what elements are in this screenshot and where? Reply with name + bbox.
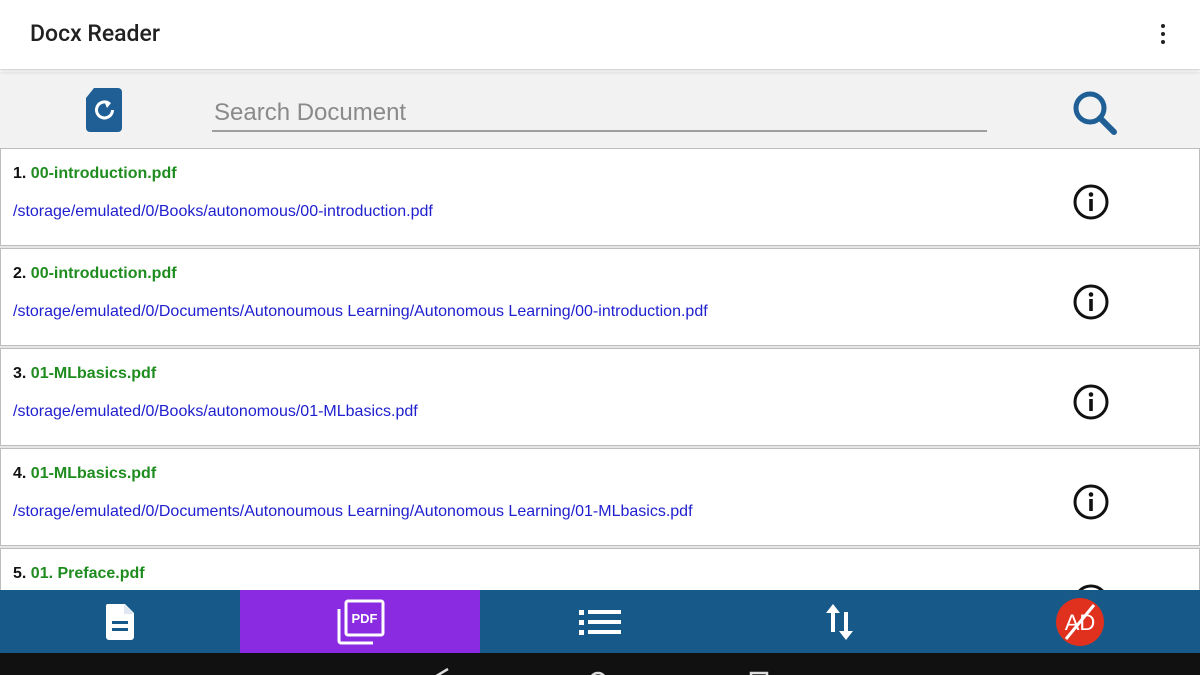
tab-sort[interactable] xyxy=(720,590,960,653)
tab-documents[interactable] xyxy=(0,590,240,653)
file-path: /storage/emulated/0/Books/autonomous/00-… xyxy=(13,203,433,221)
file-path: /storage/emulated/0/Documents/Autonoumou… xyxy=(13,503,693,521)
file-index: 3. xyxy=(13,365,26,382)
tab-list[interactable] xyxy=(480,590,720,653)
list-item[interactable]: 4. 01-MLbasics.pdf /storage/emulated/0/D… xyxy=(0,448,1200,546)
app-bar: Docx Reader xyxy=(0,0,1200,70)
no-ads-icon: AD xyxy=(1052,597,1108,647)
pdf-icon-label: PDF xyxy=(352,611,378,626)
app-title: Docx Reader xyxy=(30,20,160,47)
bottom-navigation: PDF AD xyxy=(0,590,1200,653)
list-item[interactable]: 5. 01. Preface.pdf xyxy=(0,548,1200,590)
file-index: 4. xyxy=(13,465,26,482)
list-item[interactable]: 2. 00-introduction.pdf /storage/emulated… xyxy=(0,248,1200,346)
info-icon[interactable] xyxy=(1072,583,1110,590)
tab-pdf[interactable]: PDF xyxy=(240,590,480,653)
overflow-menu-icon[interactable] xyxy=(1150,17,1176,51)
file-name: 01-MLbasics.pdf xyxy=(31,465,156,482)
info-icon[interactable] xyxy=(1072,283,1110,321)
file-index: 2. xyxy=(13,265,26,282)
file-index: 5. xyxy=(13,565,26,582)
file-name-line: 3. 01-MLbasics.pdf xyxy=(13,365,156,383)
file-name: 01. Preface.pdf xyxy=(31,565,145,582)
file-name-line: 1. 00-introduction.pdf xyxy=(13,165,177,183)
refresh-document-icon[interactable] xyxy=(84,87,128,133)
file-list: 1. 00-introduction.pdf /storage/emulated… xyxy=(0,148,1200,590)
search-input[interactable] xyxy=(212,96,987,132)
info-icon[interactable] xyxy=(1072,383,1110,421)
system-navigation-bar xyxy=(0,653,1200,675)
info-icon[interactable] xyxy=(1072,483,1110,521)
list-item[interactable]: 3. 01-MLbasics.pdf /storage/emulated/0/B… xyxy=(0,348,1200,446)
search-bar xyxy=(0,72,1200,148)
file-name-line: 4. 01-MLbasics.pdf xyxy=(13,465,156,483)
search-icon[interactable] xyxy=(1070,88,1120,138)
document-icon xyxy=(104,603,136,641)
file-name: 00-introduction.pdf xyxy=(31,165,177,182)
list-icon xyxy=(578,607,622,637)
pdf-icon: PDF xyxy=(335,599,385,645)
file-path: /storage/emulated/0/Documents/Autonoumou… xyxy=(13,303,708,321)
list-item[interactable]: 1. 00-introduction.pdf /storage/emulated… xyxy=(0,148,1200,246)
file-name: 01-MLbasics.pdf xyxy=(31,365,156,382)
file-name-line: 5. 01. Preface.pdf xyxy=(13,565,145,583)
info-icon[interactable] xyxy=(1072,183,1110,221)
file-index: 1. xyxy=(13,165,26,182)
tab-remove-ads[interactable]: AD xyxy=(960,590,1200,653)
back-icon[interactable] xyxy=(438,669,448,675)
sort-icon xyxy=(823,602,857,642)
file-name: 00-introduction.pdf xyxy=(31,265,177,282)
file-name-line: 2. 00-introduction.pdf xyxy=(13,265,177,283)
file-path: /storage/emulated/0/Books/autonomous/01-… xyxy=(13,403,418,421)
